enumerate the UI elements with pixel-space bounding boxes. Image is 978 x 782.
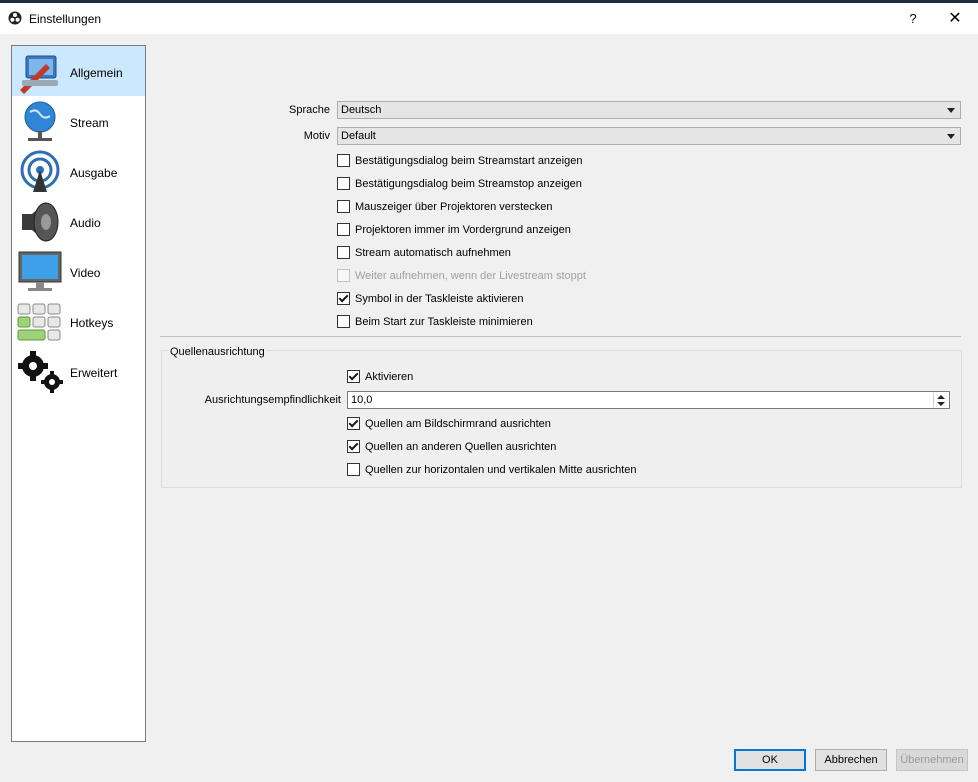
chevron-down-icon [947,134,955,139]
checkbox[interactable] [337,154,350,167]
language-value: Deutsch [341,104,382,116]
checkbox[interactable] [337,292,350,305]
sidebar-item-label: Video [70,266,101,280]
option-label: Aktivieren [365,371,414,383]
checkbox[interactable] [347,440,360,453]
spin-buttons[interactable] [933,393,948,407]
theme-dropdown[interactable]: Default [337,127,961,145]
sidebar-item-label: Erweitert [70,366,118,380]
broadcast-antenna-icon [20,150,60,192]
checkbox[interactable] [337,200,350,213]
sidebar-item-label: Hotkeys [70,316,114,330]
option-label: Mauszeiger über Projektoren verstecken [355,201,553,213]
spin-down-icon[interactable] [937,402,945,406]
checkbox[interactable] [337,177,350,190]
option-label: Weiter aufnehmen, wenn der Livestream st… [355,270,586,282]
gears-icon [18,351,63,393]
sensitivity-spinbox[interactable]: 10,0 [347,391,950,409]
language-label: Sprache [289,104,330,116]
sidebar-item-label: Stream [70,116,109,130]
option-label: Quellen am Bildschirmrand ausrichten [365,418,551,430]
speaker-icon [22,202,59,242]
sidebar-item-allgemein[interactable]: Allgemein [12,46,145,96]
title-bar: Einstellungen ? ✕ [0,3,978,34]
option-label: Quellen zur horizontalen und vertikalen … [365,464,637,476]
checkbox[interactable] [337,315,350,328]
obs-logo-icon [8,11,22,25]
sensitivity-value: 10,0 [351,394,373,406]
checkbox[interactable] [347,370,360,383]
window-title: Einstellungen [29,12,102,26]
sidebar-item-hotkeys[interactable]: Hotkeys [12,296,145,346]
stream-globe-icon [24,101,56,141]
spin-up-icon[interactable] [937,395,945,399]
checkbox[interactable] [347,463,360,476]
theme-value: Default [341,130,376,142]
option-label: Bestätigungsdialog beim Streamstart anze… [355,155,583,167]
chevron-down-icon [947,108,955,113]
checkbox[interactable] [337,223,350,236]
checkbox[interactable] [337,246,350,259]
option-label: Bestätigungsdialog beim Streamstop anzei… [355,178,582,190]
monitor-icon [18,251,62,291]
help-button[interactable]: ? [900,9,926,29]
ok-button[interactable]: OK [734,749,806,771]
settings-sidebar: Allgemein Stream Ausgabe Audio Video Hot… [11,45,146,742]
apply-button: Übernehmen [896,749,968,771]
sidebar-item-label: Audio [70,216,101,230]
option-label: Projektoren immer im Vordergrund anzeige… [355,224,571,236]
sensitivity-label: Ausrichtungsempfindlichkeit [204,394,341,406]
sidebar-item-label: Allgemein [70,66,123,80]
language-dropdown[interactable]: Deutsch [337,101,961,119]
option-label: Symbol in der Taskleiste aktivieren [355,293,524,305]
theme-label: Motiv [303,130,330,142]
sidebar-item-ausgabe[interactable]: Ausgabe [12,146,145,196]
sidebar-item-label: Ausgabe [70,166,118,180]
option-label: Beim Start zur Taskleiste minimieren [355,316,533,328]
checkbox[interactable] [347,417,360,430]
keyboard-icon [17,303,61,341]
checkbox [337,269,350,282]
close-button[interactable]: ✕ [942,9,968,29]
general-settings-icon [20,55,58,94]
option-label: Quellen an anderen Quellen ausrichten [365,441,557,453]
sidebar-item-video[interactable]: Video [12,246,145,296]
sidebar-item-stream[interactable]: Stream [12,96,145,146]
sidebar-item-erweitert[interactable]: Erweitert [12,346,145,396]
sidebar-item-audio[interactable]: Audio [12,196,145,246]
option-label: Stream automatisch aufnehmen [355,247,511,259]
cancel-button[interactable]: Abbrechen [815,749,887,771]
section-divider [160,336,961,337]
snapping-group-title: Quellenausrichtung [168,346,267,358]
